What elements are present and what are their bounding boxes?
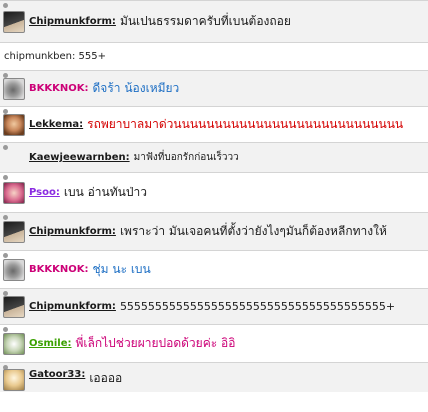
username-link[interactable]: Osmile: (29, 338, 72, 349)
chat-message: Chipmunkform: เพราะว่า มันเจอคนที่ตั้งว่… (0, 212, 428, 250)
message-text: 55555555555555555555555555555555555555+ (119, 300, 396, 313)
chat-message: Lekkema: รถพยาบาลมาด่วนนนนนนนนนนนนนนนนนน… (0, 106, 428, 142)
chat-message: BKKKNOK: ชุ่ม นะ เบน (0, 250, 428, 288)
message-text: มาฟังที่บอกรักก่อนเร็ววว (133, 152, 239, 163)
message-text: เบน อ่านทันป่าว (63, 185, 147, 199)
username-link[interactable]: Chipmunkform: (29, 301, 116, 312)
chat-feed: Chipmunkform: มันเปนธรรมดาครับที่เบนต้อง… (0, 0, 428, 412)
username-link[interactable]: BKKKNOK: (29, 264, 89, 275)
avatar[interactable] (3, 332, 25, 355)
message-text: เพราะว่า มันเจอคนที่ตั้งว่ายังไงๆมันก็ต้… (119, 224, 387, 238)
avatar[interactable] (3, 220, 25, 243)
avatar[interactable] (3, 10, 25, 33)
message-text: รถพยาบาลมาด่วนนนนนนนนนนนนนนนนนนนนนนนนนนน… (87, 117, 404, 131)
message-text: เออออ (89, 371, 123, 385)
message-text: ดีจร้า น้องเหมียว (92, 81, 180, 95)
username-link[interactable]: Chipmunkform: (29, 16, 116, 27)
chat-message: Gatoor33: เออออ (0, 362, 428, 392)
message-text: พี่เล็กไปช่วยผายปอดด้วยค่ะ อิอิ (75, 336, 236, 350)
chat-message: BKKKNOK: ดีจร้า น้องเหมียว (0, 70, 428, 106)
cat-avatar[interactable] (3, 258, 25, 281)
username-link[interactable]: Lekkema: (29, 119, 83, 130)
username-link[interactable]: Gatoor33: (29, 369, 85, 380)
avatar[interactable] (3, 295, 25, 318)
avatar[interactable] (3, 369, 25, 391)
chat-message: chipmunkben: 555+ (0, 42, 428, 70)
bullet-icon (3, 253, 8, 258)
message-text: มันเปนธรรมดาครับที่เบนต้องถอย (119, 14, 291, 28)
chat-message: Kaewjeewarnben: มาฟังที่บอกรักก่อนเร็ววว (0, 142, 428, 172)
bullet-icon (3, 145, 8, 150)
chat-message: Osmile: พี่เล็กไปช่วยผายปอดด้วยค่ะ อิอิ (0, 324, 428, 362)
bullet-icon (3, 175, 8, 180)
bullet-icon (3, 3, 8, 8)
username-link[interactable]: Psoo: (29, 187, 60, 198)
chat-message: Chipmunkform: 55555555555555555555555555… (0, 288, 428, 324)
chat-message: Chipmunkform: มันเปนธรรมดาครับที่เบนต้อง… (0, 0, 428, 42)
bullet-icon (3, 215, 8, 220)
avatar[interactable] (3, 181, 25, 204)
username-link[interactable]: Kaewjeewarnben: (29, 152, 130, 163)
message-text: chipmunkben: 555+ (4, 51, 107, 62)
chat-message: Psoo: เบน อ่านทันป่าว (0, 172, 428, 212)
avatar[interactable] (3, 113, 25, 136)
bullet-icon (3, 327, 8, 332)
message-text: ชุ่ม นะ เบน (92, 262, 151, 276)
username-link[interactable]: Chipmunkform: (29, 226, 116, 237)
cat-avatar[interactable] (3, 77, 25, 100)
username-link[interactable]: BKKKNOK: (29, 83, 89, 94)
